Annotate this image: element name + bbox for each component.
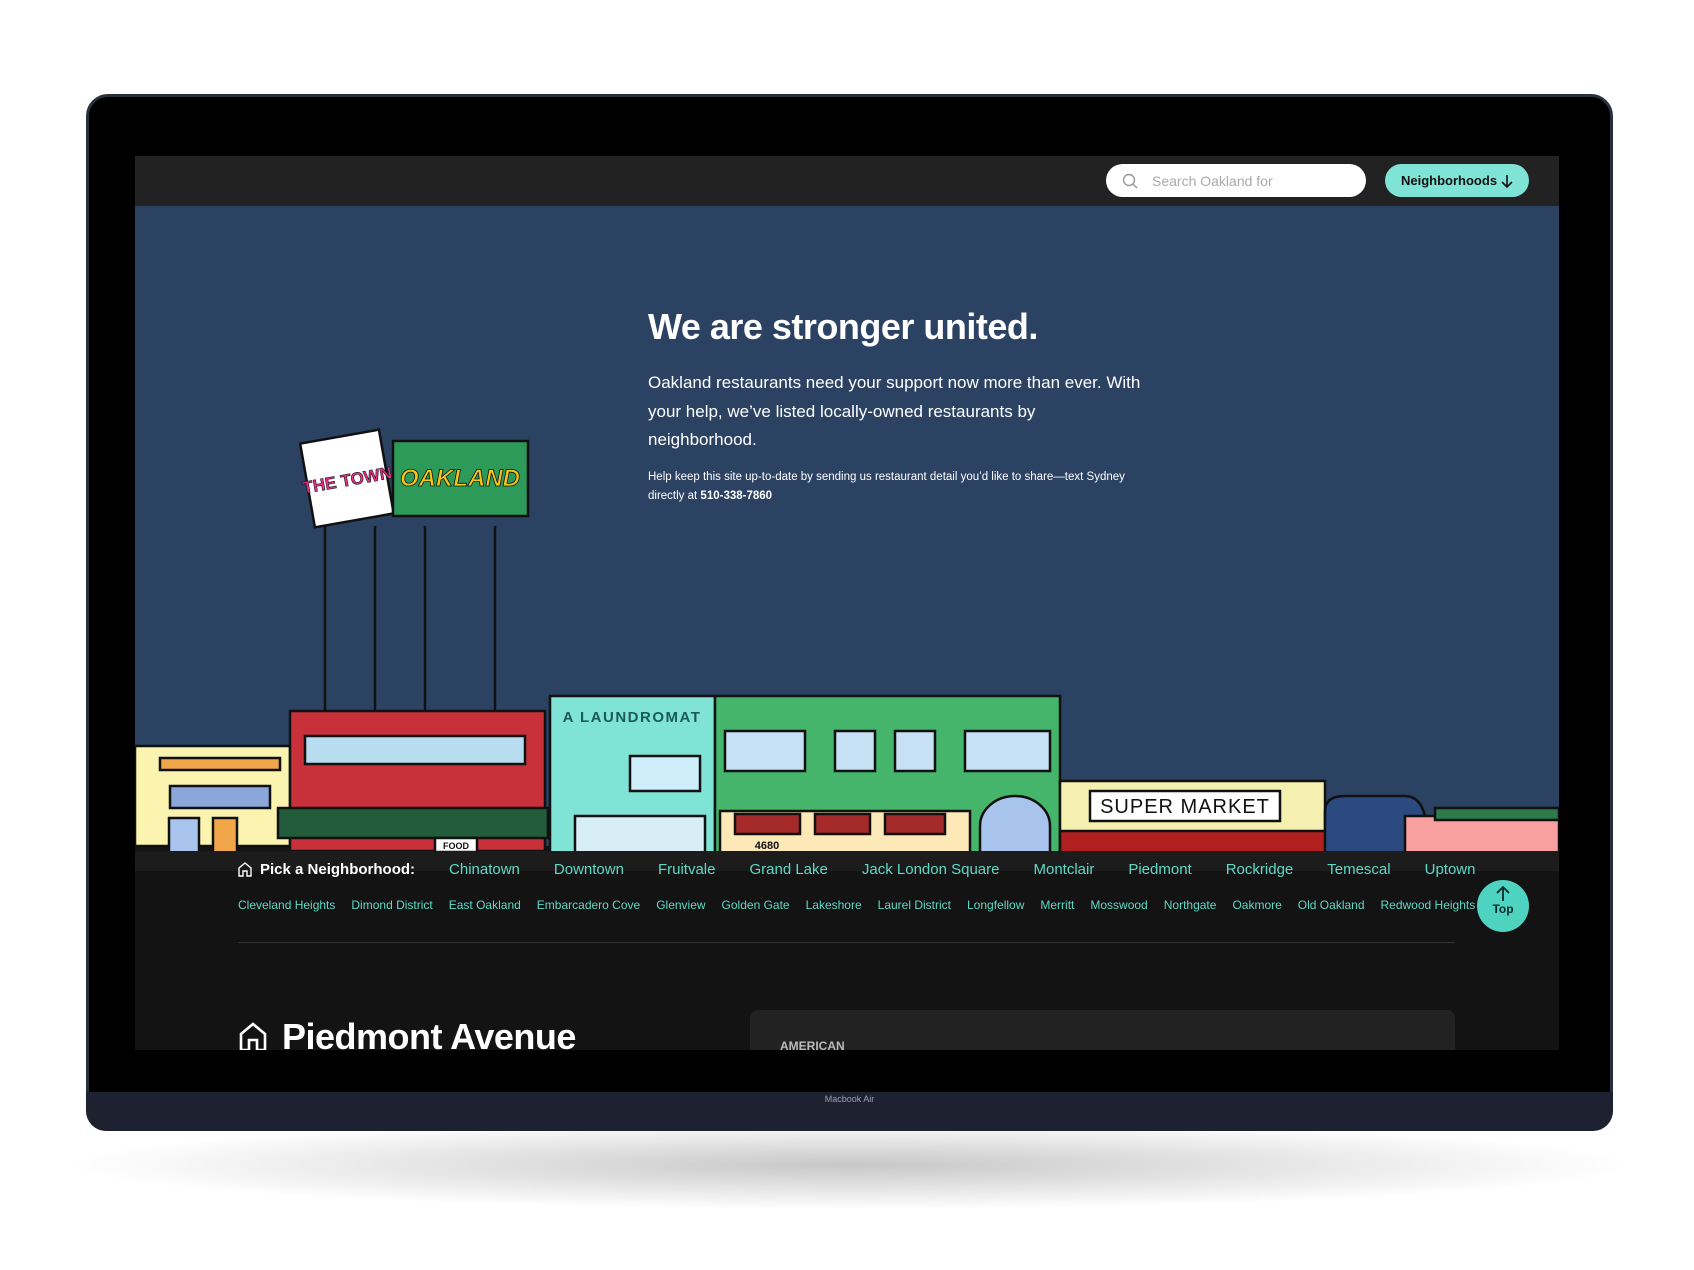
sign-laundromat: A LAUNDROMAT	[563, 709, 702, 726]
nav-link[interactable]: Old Oakland	[1298, 898, 1365, 912]
nav-link[interactable]: Golden Gate	[722, 898, 790, 912]
nav-link-grand-lake[interactable]: Grand Lake	[749, 861, 827, 878]
device-chin: Macbook Air	[86, 1092, 1613, 1131]
nav-link[interactable]: Lakeshore	[806, 898, 862, 912]
nav-link-temescal[interactable]: Temescal	[1327, 861, 1390, 878]
arrow-down-icon	[1501, 174, 1513, 188]
divider	[238, 942, 1455, 943]
hero-body: Oakland restaurants need your support no…	[648, 373, 1141, 449]
restaurant-card: AMERICAN	[750, 1010, 1455, 1050]
nav-link-uptown[interactable]: Uptown	[1425, 861, 1476, 878]
arrow-up-icon	[1496, 886, 1510, 901]
nav-link-montclair[interactable]: Montclair	[1033, 861, 1094, 878]
hero-note: Help keep this site up-to-date by sendin…	[648, 471, 1125, 502]
back-to-top-button[interactable]: Top	[1477, 880, 1529, 932]
nav-link[interactable]: Cleveland Heights	[238, 898, 335, 912]
nav-link-rockridge[interactable]: Rockridge	[1226, 861, 1294, 878]
nav-link[interactable]: East Oakland	[449, 898, 521, 912]
nav-link[interactable]: Merritt	[1040, 898, 1074, 912]
device-shadow	[60, 1120, 1640, 1210]
home-icon	[238, 862, 252, 877]
top-bar: Neighborhoods	[135, 156, 1559, 206]
nav-label: Pick a Neighborhood:	[260, 861, 416, 878]
nav-link[interactable]: Northgate	[1164, 898, 1217, 912]
phone-number: 510-338-7860	[700, 490, 773, 502]
search-box[interactable]	[1106, 164, 1366, 197]
card-category: AMERICAN	[780, 1039, 845, 1050]
nav-link[interactable]: Embarcadero Cove	[537, 898, 640, 912]
nav-link[interactable]: Laurel District	[878, 898, 951, 912]
nav-link-chinatown[interactable]: Chinatown	[449, 861, 520, 878]
search-input[interactable]	[1152, 172, 1342, 189]
nav-link[interactable]: Oakmore	[1232, 898, 1281, 912]
sign-oakland: OAKLAND	[400, 465, 520, 492]
sign-food: FOOD	[443, 841, 469, 851]
neighborhood-nav-primary: Pick a Neighborhood: Chinatown Downtown …	[238, 861, 1509, 878]
nav-link-downtown[interactable]: Downtown	[554, 861, 624, 878]
nav-link[interactable]: Dimond District	[351, 898, 432, 912]
section-title: Piedmont Avenue	[282, 1016, 576, 1050]
search-icon	[1122, 173, 1138, 188]
hero: We are stronger united. Oakland restaura…	[135, 206, 1559, 871]
nav-link-jack-london-square[interactable]: Jack London Square	[862, 861, 1000, 878]
neighborhood-nav-secondary: Cleveland Heights Dimond District East O…	[238, 898, 1491, 912]
sign-4680: 4680	[755, 840, 779, 852]
nav-link[interactable]: Longfellow	[967, 898, 1024, 912]
top-label: Top	[1492, 902, 1514, 916]
storefront-illustration: THE TOWN OAKLAND A LAUNDROMAT SUPER MARK…	[135, 428, 1559, 871]
neighborhoods-label: Neighborhoods	[1401, 173, 1498, 188]
home-icon	[239, 1022, 267, 1050]
nav-link[interactable]: Mosswood	[1090, 898, 1147, 912]
section-heading: Piedmont Avenue	[238, 1016, 576, 1050]
hero-title: We are stronger united.	[648, 306, 1038, 347]
screen: Neighborhoods We are stronger united. Oa…	[135, 156, 1559, 1050]
nav-link-piedmont[interactable]: Piedmont	[1128, 861, 1191, 878]
nav-link[interactable]: Glenview	[656, 898, 705, 912]
nav-link[interactable]: Redwood Heights	[1381, 898, 1476, 912]
nav-link-fruitvale[interactable]: Fruitvale	[658, 861, 716, 878]
neighborhoods-button[interactable]: Neighborhoods	[1385, 164, 1529, 197]
device-label: Macbook Air	[824, 1094, 875, 1104]
sign-super-market: SUPER MARKET	[1100, 796, 1270, 818]
